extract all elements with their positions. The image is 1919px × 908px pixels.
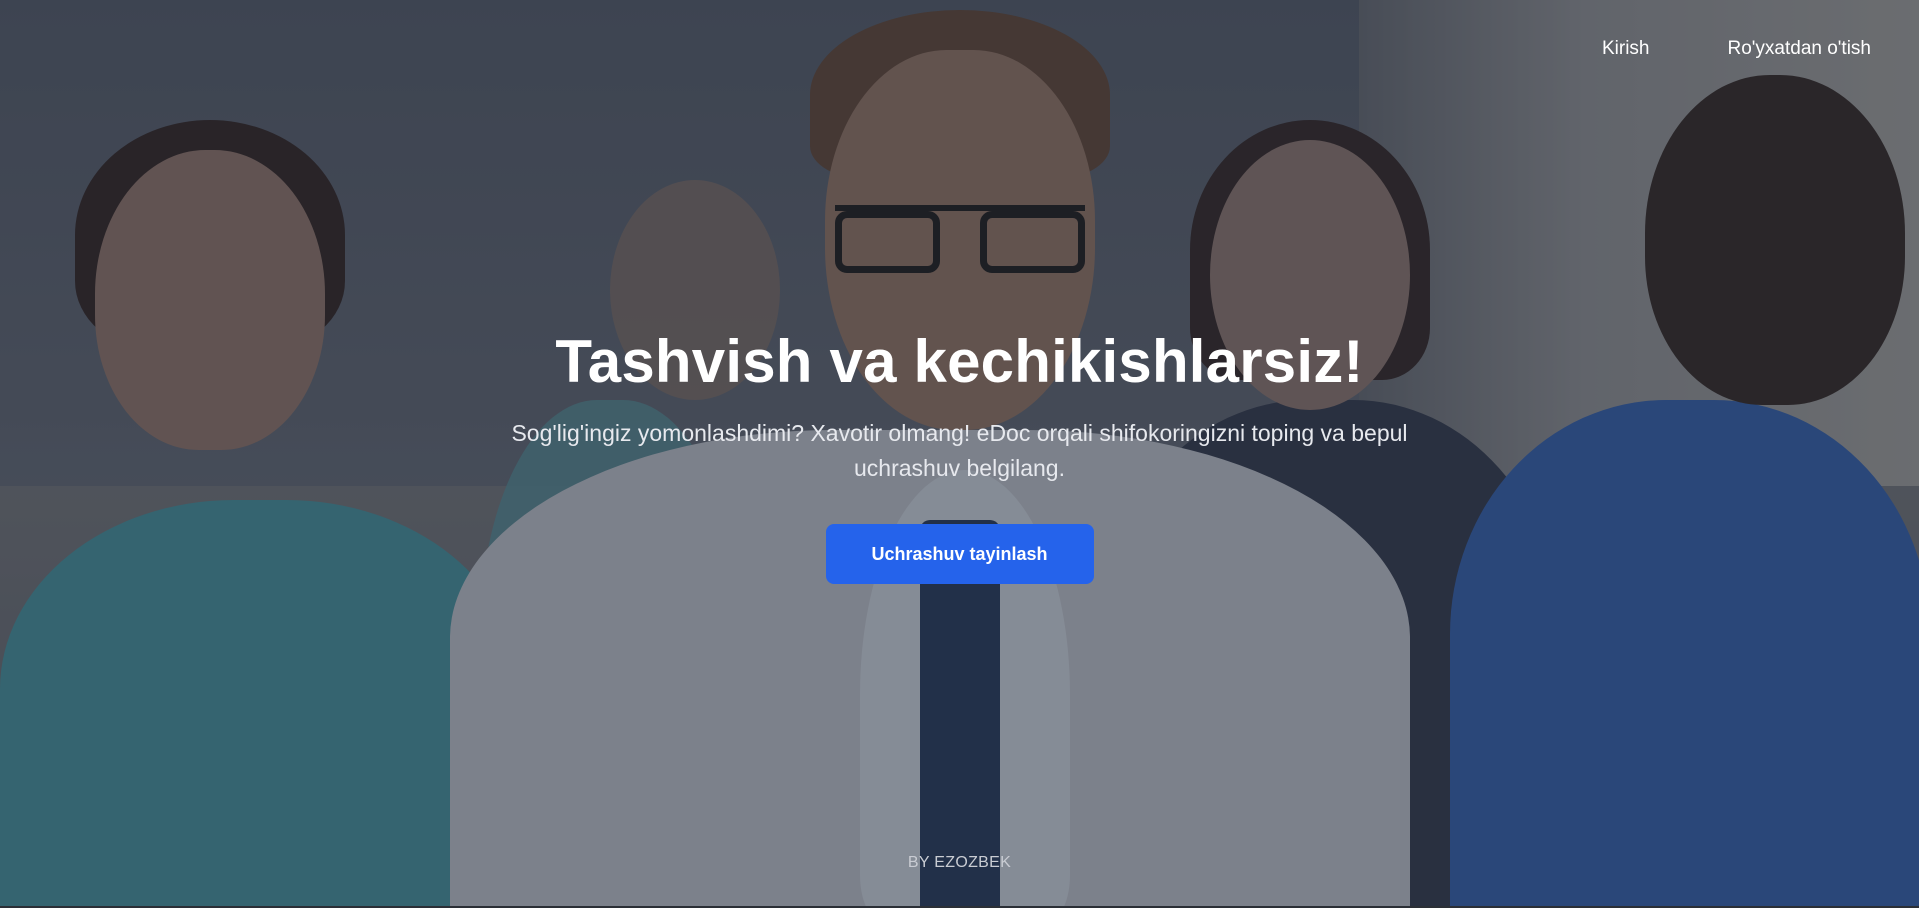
hero-content: Tashvish va kechikishlarsiz! Sog'lig'ing… <box>0 328 1919 584</box>
hero-section: Kirish Ro'yxatdan o'tish Tashvish va kec… <box>0 0 1919 908</box>
login-link[interactable]: Kirish <box>1602 38 1650 60</box>
footer-credit: BY EZOZBEK <box>907 854 1012 871</box>
register-link[interactable]: Ro'yxatdan o'tish <box>1727 38 1871 60</box>
hero-title: Tashvish va kechikishlarsiz! <box>555 328 1364 395</box>
hero-subtitle: Sog'lig'ingiz yomonlashdimi? Xavotir olm… <box>511 420 1408 481</box>
top-nav: Kirish Ro'yxatdan o'tish <box>1602 38 1871 60</box>
make-appointment-button[interactable]: Uchrashuv tayinlash <box>825 524 1094 584</box>
